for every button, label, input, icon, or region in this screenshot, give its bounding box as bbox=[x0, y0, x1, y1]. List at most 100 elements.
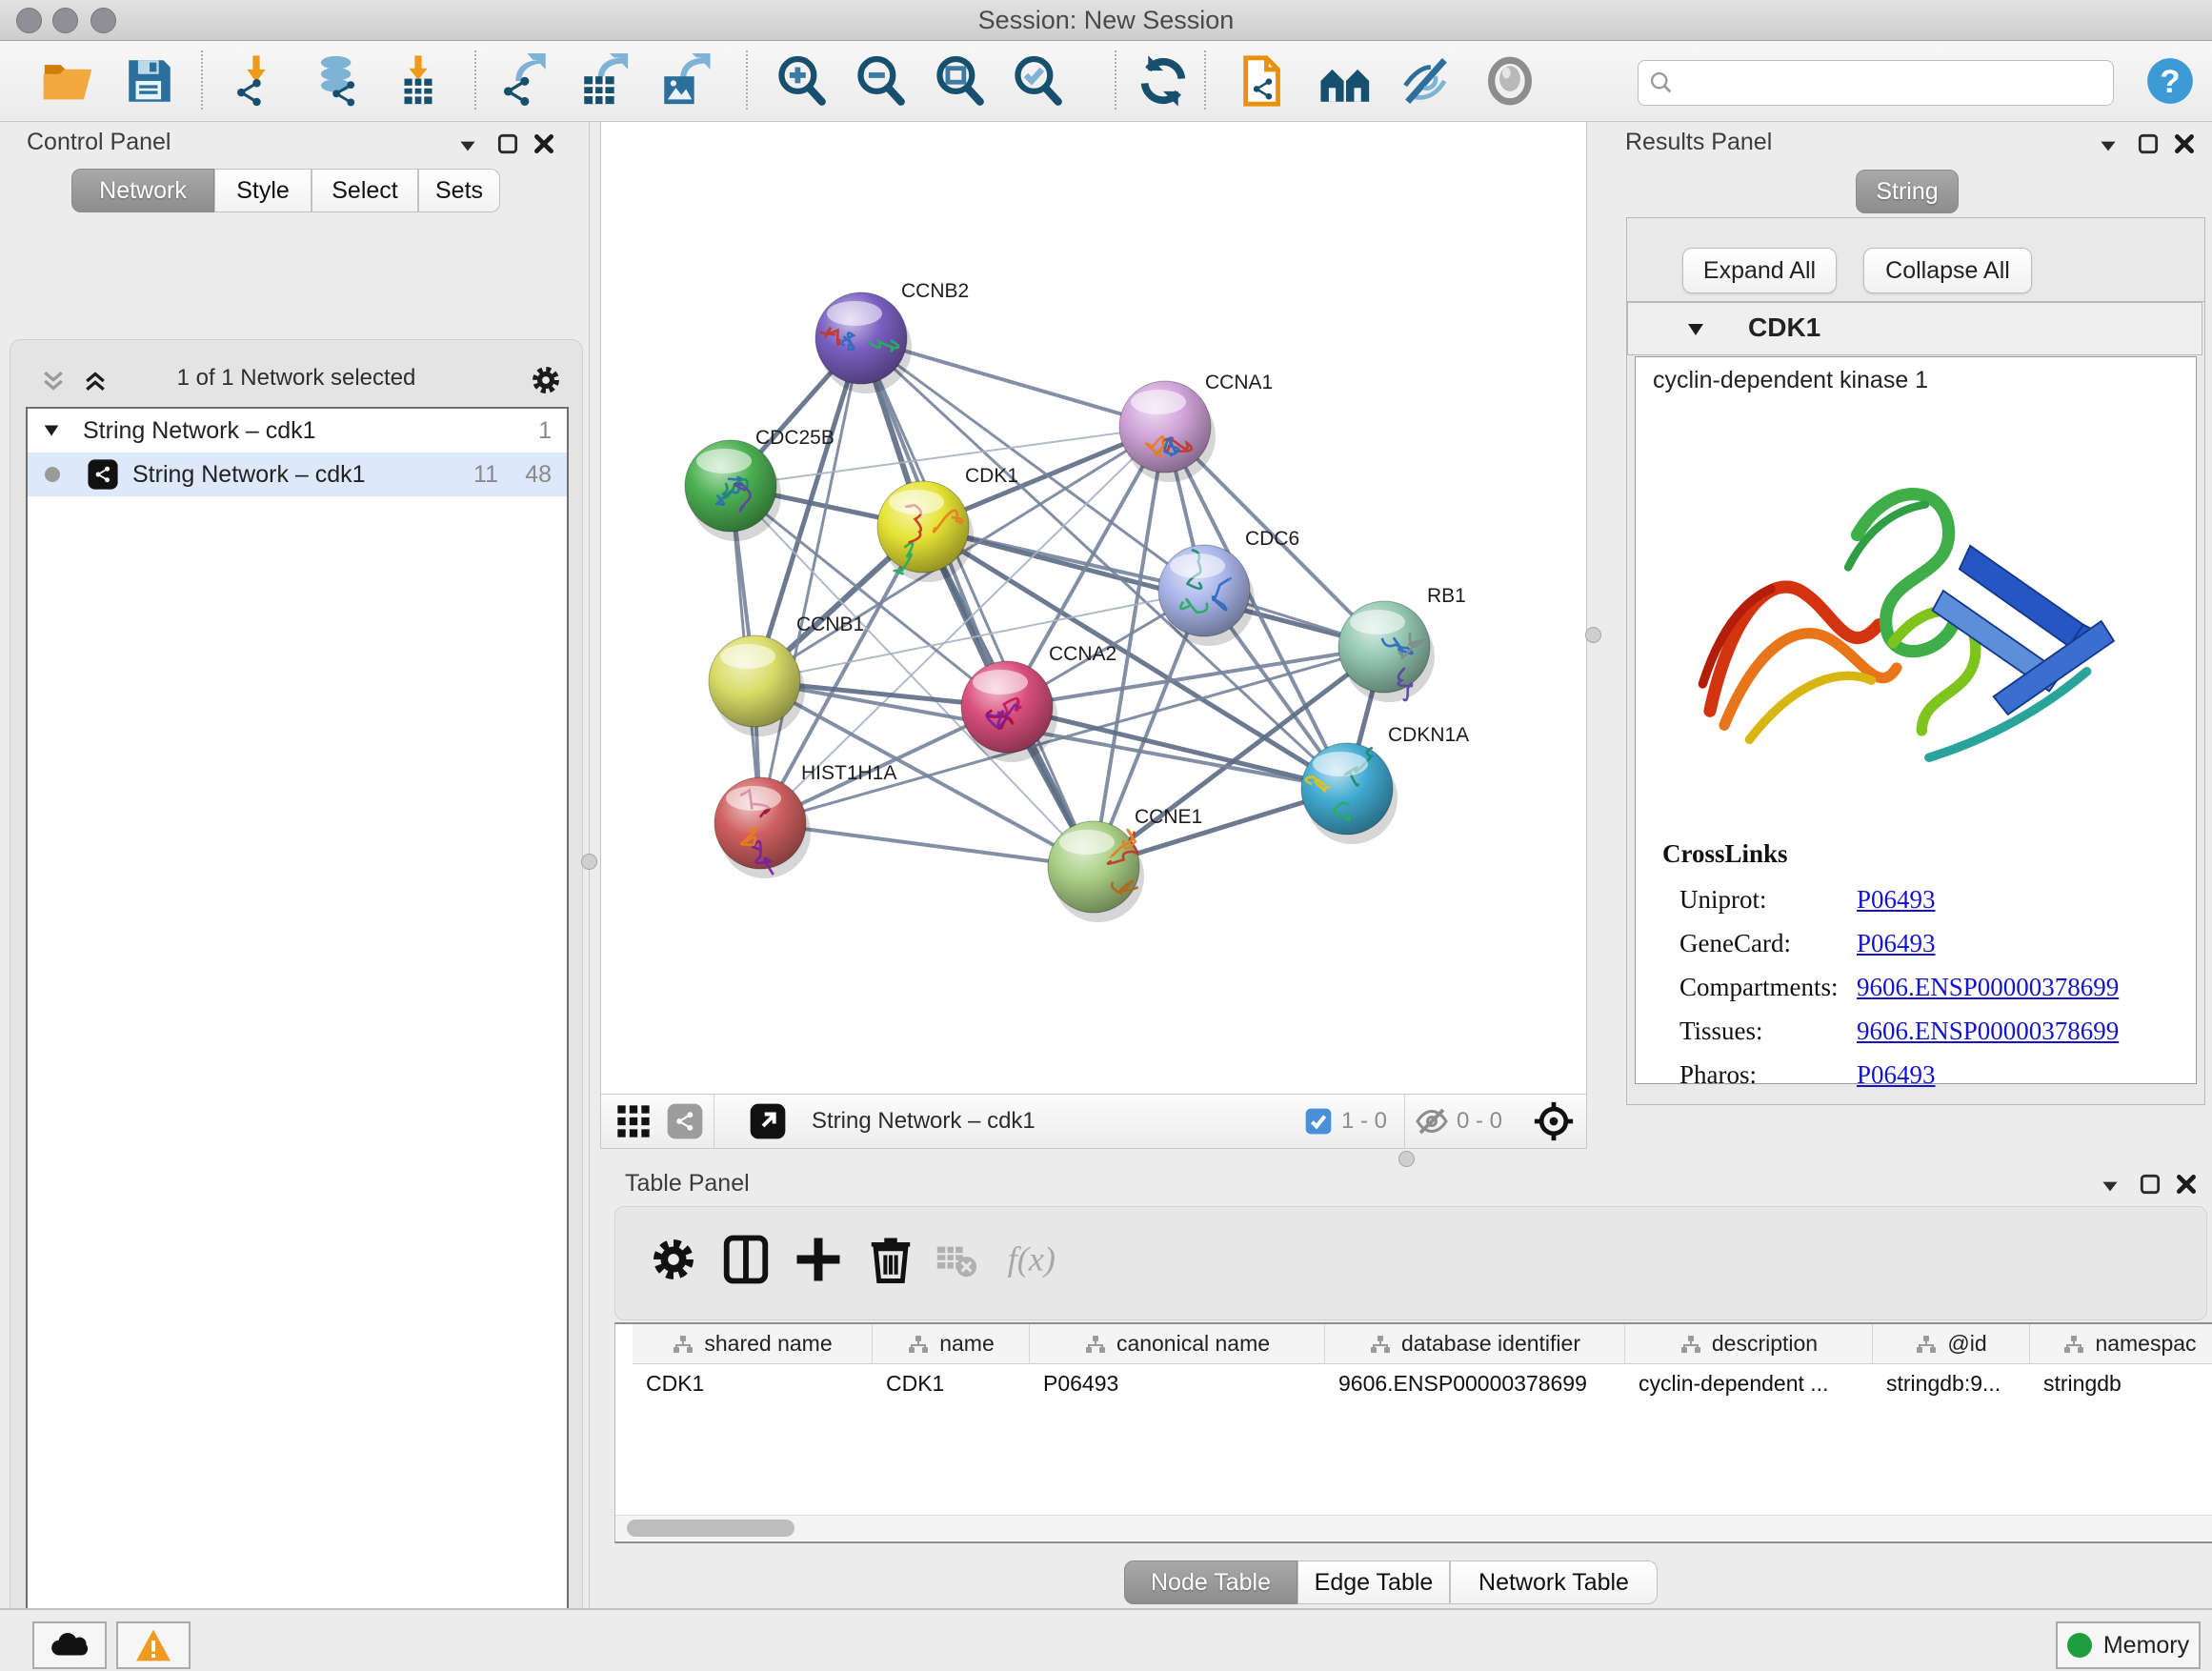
crosslink-value-link[interactable]: 9606.ENSP00000378699 bbox=[1857, 973, 2119, 1002]
detach-view-icon[interactable] bbox=[749, 1102, 787, 1140]
control-panel-float-button[interactable] bbox=[495, 131, 520, 156]
column-header-name[interactable]: name bbox=[873, 1324, 1030, 1364]
edge-CDK1-RB1[interactable] bbox=[923, 527, 1384, 647]
expand-all-icon[interactable] bbox=[79, 367, 111, 395]
collapse-all-icon[interactable] bbox=[37, 367, 70, 395]
edge-CCNB2-CCNE1[interactable] bbox=[861, 338, 1094, 867]
column-header-label: database identifier bbox=[1401, 1331, 1580, 1357]
tab-select[interactable]: Select bbox=[312, 169, 418, 212]
open-session-button[interactable] bbox=[40, 53, 95, 109]
save-session-button[interactable] bbox=[122, 53, 177, 109]
column-header-description[interactable]: description bbox=[1625, 1324, 1873, 1364]
string-home-button[interactable] bbox=[1318, 53, 1374, 109]
export-image-button[interactable] bbox=[657, 53, 713, 109]
node-table[interactable]: shared namenamecanonical name database id… bbox=[614, 1322, 2212, 1543]
results-panel-close-button[interactable] bbox=[2172, 131, 2197, 156]
hide-graphics-details-button[interactable] bbox=[1398, 53, 1454, 109]
tab-style[interactable]: Style bbox=[214, 169, 312, 212]
column-header-database-identifier[interactable]: database identifier bbox=[1325, 1324, 1625, 1364]
scrollbar-thumb[interactable] bbox=[627, 1520, 794, 1537]
zoom-in-button[interactable] bbox=[774, 53, 829, 109]
share-document-button[interactable] bbox=[1237, 53, 1292, 109]
left-splitter-handle[interactable] bbox=[581, 854, 597, 870]
refresh-view-button[interactable] bbox=[1136, 53, 1191, 109]
table-cell[interactable]: CDK1 bbox=[873, 1364, 1030, 1402]
import-network-file-button[interactable] bbox=[229, 53, 284, 109]
export-table-button[interactable] bbox=[577, 53, 633, 109]
zoom-out-button[interactable] bbox=[853, 53, 908, 109]
expand-all-button[interactable]: Expand All bbox=[1682, 248, 1837, 293]
table-panel-close-button[interactable] bbox=[2174, 1172, 2199, 1197]
collapse-all-button[interactable]: Collapse All bbox=[1863, 248, 2032, 293]
table-panel-menu-caret[interactable] bbox=[2098, 1174, 2122, 1198]
crosslink-value-link[interactable]: P06493 bbox=[1857, 1060, 1936, 1090]
node-RB1[interactable]: RB1 bbox=[1338, 585, 1466, 702]
edge-CCNB2-HIST1H1A[interactable] bbox=[760, 338, 861, 823]
help-button[interactable]: ? bbox=[2145, 56, 2195, 106]
node-CDC25B[interactable]: CDC25B bbox=[685, 427, 835, 541]
selected-checkbox-icon[interactable] bbox=[1303, 1106, 1334, 1137]
network-row-selected[interactable]: String Network – cdk1 11 48 bbox=[28, 453, 567, 496]
node-CDK1[interactable]: CDK1 bbox=[877, 465, 1018, 582]
table-cell[interactable]: stringdb bbox=[2030, 1364, 2212, 1402]
zoom-fit-button[interactable] bbox=[932, 53, 987, 109]
network-view-share-icon[interactable] bbox=[666, 1102, 704, 1140]
node-HIST1H1A[interactable]: HIST1H1A bbox=[714, 762, 896, 878]
select-columns-icon[interactable] bbox=[720, 1234, 772, 1285]
search-input[interactable] bbox=[1682, 65, 2105, 99]
hidden-eye-slash-icon[interactable] bbox=[1415, 1104, 1449, 1138]
network-collection-row[interactable]: String Network – cdk1 1 bbox=[28, 409, 567, 453]
control-panel-menu-caret[interactable] bbox=[455, 133, 480, 158]
grid-view-icon[interactable] bbox=[614, 1102, 653, 1140]
import-table-file-button[interactable] bbox=[391, 53, 446, 109]
right-splitter-handle[interactable] bbox=[1585, 627, 1601, 643]
results-panel-menu-caret[interactable] bbox=[2096, 133, 2121, 158]
disclosure-triangle-icon[interactable] bbox=[41, 420, 62, 441]
tab-node-table[interactable]: Node Table bbox=[1124, 1560, 1297, 1604]
tab-edge-table[interactable]: Edge Table bbox=[1297, 1560, 1450, 1604]
column-header-canonical-name[interactable]: canonical name bbox=[1030, 1324, 1325, 1364]
table-cell[interactable]: 9606.ENSP00000378699 bbox=[1325, 1364, 1625, 1402]
table-cell[interactable]: cyclin-dependent ... bbox=[1625, 1364, 1873, 1402]
cdk1-entry-header[interactable]: CDK1 bbox=[1627, 302, 2202, 355]
show-graphics-details-button[interactable] bbox=[1482, 53, 1538, 109]
control-panel-close-button[interactable] bbox=[532, 131, 556, 156]
memory-button[interactable]: Memory bbox=[2056, 1621, 2201, 1669]
birdseye-crosshair-icon[interactable] bbox=[1533, 1100, 1575, 1142]
column-header--id[interactable]: @id bbox=[1873, 1324, 2030, 1364]
network-nodes: CCNB2CCNA1CDC25BCDK1CDC6RB1CCNB1CCNA2CDK… bbox=[685, 280, 1469, 922]
tab-network[interactable]: Network bbox=[71, 169, 214, 212]
tab-string[interactable]: String bbox=[1856, 170, 1959, 213]
table-cell[interactable]: P06493 bbox=[1030, 1364, 1325, 1402]
table-cell[interactable]: stringdb:9... bbox=[1873, 1364, 2030, 1402]
tab-sets[interactable]: Sets bbox=[418, 169, 500, 212]
tab-network-table[interactable]: Network Table bbox=[1450, 1560, 1658, 1604]
results-panel-float-button[interactable] bbox=[2136, 131, 2161, 156]
node-CDKN1A[interactable]: CDKN1A bbox=[1301, 724, 1469, 844]
node-CDC6[interactable]: CDC6 bbox=[1158, 528, 1299, 646]
column-header-shared-name[interactable]: shared name bbox=[633, 1324, 873, 1364]
table-gear-icon[interactable] bbox=[648, 1234, 699, 1285]
collection-count: 1 bbox=[538, 417, 552, 445]
crosslink-value-link[interactable]: 9606.ENSP00000378699 bbox=[1857, 1017, 2119, 1046]
create-column-plus-icon[interactable] bbox=[793, 1234, 844, 1285]
node-CCNB2[interactable]: CCNB2 bbox=[815, 280, 969, 393]
table-horizontal-scrollbar[interactable] bbox=[615, 1515, 2212, 1540]
delete-column-trash-icon[interactable] bbox=[865, 1234, 916, 1285]
entry-disclosure-triangle-icon[interactable] bbox=[1683, 318, 1708, 341]
export-network-button[interactable] bbox=[497, 53, 553, 109]
column-header-label: description bbox=[1712, 1331, 1818, 1357]
column-header-namespac[interactable]: namespac bbox=[2030, 1324, 2212, 1364]
network-canvas[interactable]: CCNB2CCNA1CDC25BCDK1CDC6RB1CCNB1CCNA2CDK… bbox=[600, 122, 1587, 1094]
warnings-button[interactable] bbox=[116, 1621, 191, 1669]
import-network-database-button[interactable] bbox=[311, 53, 366, 109]
crosslink-value-link[interactable]: P06493 bbox=[1857, 885, 1936, 915]
zoom-selected-button[interactable] bbox=[1010, 53, 1065, 109]
network-options-gear-icon[interactable] bbox=[529, 363, 563, 397]
table-panel-float-button[interactable] bbox=[2138, 1172, 2162, 1197]
table-cell[interactable]: CDK1 bbox=[633, 1364, 873, 1402]
crosslink-value-link[interactable]: P06493 bbox=[1857, 929, 1936, 958]
node-CCNA1[interactable]: CCNA1 bbox=[1119, 372, 1273, 482]
crosslink-row: Tissues:9606.ENSP00000378699 bbox=[1636, 1011, 2196, 1055]
cloud-button[interactable] bbox=[32, 1621, 107, 1669]
